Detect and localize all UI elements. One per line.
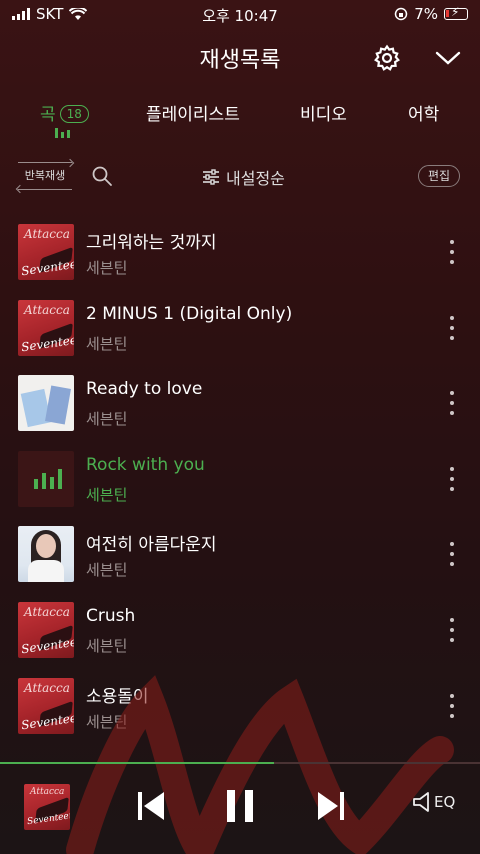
search-icon[interactable] [90,164,114,188]
status-right: 7% ⚡ [394,5,468,23]
song-row[interactable]: Attacca Seventeen 그리워하는 것까지 세븐틴 [0,214,480,290]
song-title: 여전히 아름다운지 [86,535,217,556]
song-title: Crush [86,605,136,626]
playing-bars-icon [34,468,62,489]
song-artist: 세븐틴 [86,485,128,504]
album-cover [18,526,74,583]
speaker-icon [413,792,429,812]
more-options-icon[interactable] [446,391,458,416]
now-playing-cover [18,450,74,507]
song-artist: 세븐틴 [86,259,128,277]
song-list: Attacca Seventeen 그리워하는 것까지 세븐틴 Attacca Se… [0,214,480,743]
more-options-icon[interactable] [446,240,458,264]
tab-video[interactable]: 비디오 [300,100,347,125]
previous-track-icon[interactable] [134,786,170,826]
song-title: Ready to love [86,379,203,400]
eq-label: EQ [434,793,456,811]
more-options-icon[interactable] [446,315,458,340]
mini-player-cover[interactable]: Attacca Seventeen [24,784,70,830]
song-row[interactable]: Attacca Seventeen 2 MINUS 1 (Digital Only… [0,290,480,366]
header: 재생목록 [0,40,480,76]
tab-playlist[interactable]: 플레이리스트 [146,100,240,125]
album-cover [18,375,74,432]
page-title: 재생목록 [199,48,281,73]
progress-fill [0,762,274,764]
more-options-icon[interactable] [446,617,458,642]
song-artist: 세븐틴 [86,561,128,580]
song-artist: 세븐틴 [86,410,128,429]
album-cover: Attacca Seventeen [18,677,74,734]
sort-button[interactable]: 내설정순 [202,165,285,189]
battery-percent: 7% [414,5,438,23]
song-row[interactable]: Attacca Seventeen 소용돌이 세븐틴 [0,668,480,744]
song-title: 그리워하는 것까지 [86,233,217,253]
song-row[interactable]: Attacca Seventeen Crush 세븐틴 [0,592,480,668]
song-row[interactable]: Ready to love 세븐틴 [0,365,480,441]
edit-button[interactable]: 편집 [418,165,461,187]
song-row[interactable]: 여전히 아름다운지 세븐틴 [0,516,480,592]
repeat-button[interactable]: 반복재생 [18,162,72,190]
album-cover: Attacca Seventeen [18,299,74,356]
orientation-lock-icon [394,7,408,21]
status-bar: SKT 오후 10:47 7% ⚡ [0,0,480,28]
battery-icon: ⚡ [444,5,468,20]
pause-icon[interactable] [222,786,258,826]
mini-player: Attacca Seventeen EQ [0,770,480,854]
song-row-now-playing[interactable]: Rock with you 세븐틴 [0,441,480,517]
tab-language[interactable]: 어학 [408,100,439,125]
album-cover: Attacca Seventeen [18,224,74,280]
more-options-icon[interactable] [446,542,458,567]
list-toolbar: 반복재생 내설정순 편집 [0,160,480,194]
chevron-down-icon[interactable] [434,46,462,70]
song-title: 소용돌이 [86,686,149,707]
tab-songs-label: 곡 [40,105,56,125]
tab-bar: 곡 18 플레이리스트 비디오 어학 [0,98,480,142]
gear-icon[interactable] [373,44,401,72]
album-cover: Attacca Seventeen [18,601,74,658]
song-title: Rock with you [86,454,205,475]
playback-progress[interactable] [0,762,480,764]
song-artist: 세븐틴 [86,712,128,731]
sort-label: 내설정순 [226,169,285,188]
song-title: 2 MINUS 1 (Digital Only) [86,303,293,324]
eq-button[interactable]: EQ [412,790,455,814]
next-track-icon[interactable] [312,786,348,826]
sliders-icon [203,169,219,185]
more-options-icon[interactable] [446,693,458,718]
equalizer-bars-icon [55,128,70,138]
more-options-icon[interactable] [446,466,458,491]
tab-songs[interactable]: 곡 18 [40,100,89,125]
tab-songs-count: 18 [59,105,89,123]
song-artist: 세븐틴 [86,334,128,353]
song-artist: 세븐틴 [86,636,128,655]
